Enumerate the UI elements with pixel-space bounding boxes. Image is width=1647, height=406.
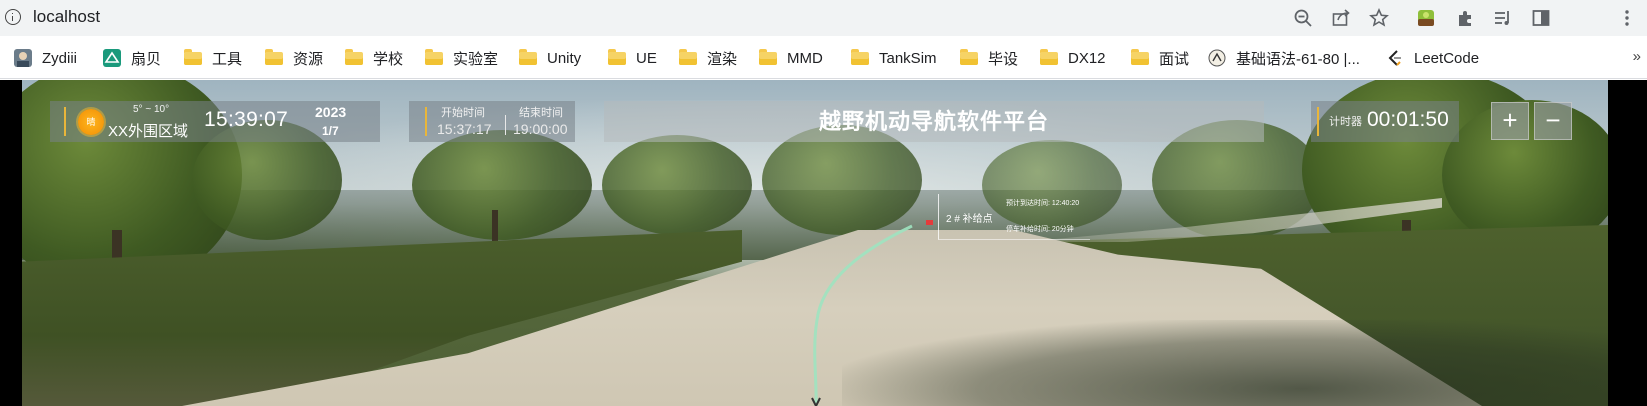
leetcode-icon — [1386, 49, 1404, 67]
bookmark-folder-tools[interactable]: 工具 — [184, 47, 242, 69]
platform-title-panel: 越野机动导航软件平台 — [604, 101, 1264, 142]
bookmark-folder-rendering[interactable]: 渲染 — [679, 47, 737, 69]
folder-icon — [679, 49, 697, 67]
start-time-label: 开始时间 — [441, 107, 485, 119]
folder-icon — [1040, 49, 1058, 67]
bookmark-folder-school[interactable]: 学校 — [345, 47, 403, 69]
timer-panel: 计时器 00:01:50 — [1311, 101, 1459, 142]
bookmark-shanbay[interactable]: 扇贝 — [103, 47, 161, 69]
folder-icon — [1131, 49, 1149, 67]
bookmark-folder-tanksim[interactable]: TankSim — [851, 47, 937, 69]
bookmark-label: 扇贝 — [131, 50, 162, 68]
waypoint-eta: 预计到达时间: 12:40:20 — [1006, 200, 1080, 207]
panel-divider — [1317, 107, 1319, 136]
bookmark-label: TankSim — [879, 49, 937, 67]
bookmark-folder-thesis[interactable]: 毕设 — [960, 47, 1018, 69]
bookmark-label: DX12 — [1068, 49, 1106, 67]
folder-icon — [608, 49, 626, 67]
waypoint-marker[interactable] — [926, 220, 933, 225]
bookmark-label: 实验室 — [453, 50, 499, 68]
region-name: XX外围区域 — [108, 123, 189, 140]
folder-icon — [345, 49, 363, 67]
game-viewport[interactable]: 2 # 补给点 预计到达时间: 12:40:20 停车补给时间: 20分钟 晴 … — [0, 80, 1647, 406]
zoom-in-button[interactable]: + — [1491, 102, 1529, 140]
bookmark-label: 资源 — [293, 50, 324, 68]
timer-value: 00:01:50 — [1367, 108, 1449, 131]
weather-clock-panel: 晴 5° ~ 10° XX外围区域 15:39:07 2023 1/7 — [50, 101, 380, 142]
bookmark-label: MMD — [787, 49, 823, 67]
bookmark-folder-mmd[interactable]: MMD — [759, 47, 823, 69]
avatar-icon — [14, 49, 32, 67]
bookmark-zydiii[interactable]: Zydiii — [14, 47, 77, 69]
folder-icon — [851, 49, 869, 67]
shanbay-icon — [103, 49, 121, 67]
share-icon[interactable] — [1331, 8, 1351, 28]
url-text[interactable]: localhost — [33, 7, 100, 27]
bookmarks-bar: Zydiii 扇贝 工具 资源 学校 实验室 Unity UE 渲染 MMD T… — [0, 36, 1647, 79]
route-line — [813, 224, 913, 406]
folder-icon — [425, 49, 443, 67]
bookmark-leetcode[interactable]: LeetCode — [1386, 47, 1479, 69]
bookmark-label: 渲染 — [707, 50, 738, 68]
schedule-panel: 开始时间 15:37:17 结束时间 19:00:00 — [409, 101, 575, 142]
bookmark-basic-syntax[interactable]: 基础语法-61-80 |... — [1208, 47, 1360, 69]
folder-icon — [759, 49, 777, 67]
weather-icon-text: 晴 — [86, 118, 96, 128]
bookmark-folder-interview[interactable]: 面试 — [1131, 47, 1189, 69]
bookmark-label: 基础语法-61-80 |... — [1236, 50, 1360, 68]
site-info-icon[interactable] — [5, 9, 21, 25]
bookmark-label: 学校 — [373, 50, 404, 68]
current-year: 2023 — [315, 104, 347, 120]
schedule-divider — [505, 115, 506, 135]
side-panel-icon[interactable] — [1531, 8, 1551, 28]
current-time: 15:39:07 — [204, 108, 289, 131]
panel-divider — [64, 107, 66, 136]
browser-address-bar[interactable]: localhost — [0, 0, 1647, 36]
end-time-label: 结束时间 — [519, 107, 563, 119]
folder-icon — [265, 49, 283, 67]
folder-icon — [184, 49, 202, 67]
bookmark-label: 毕设 — [988, 50, 1019, 68]
bookmark-label: Zydiii — [42, 49, 78, 67]
bookmarks-overflow-button[interactable]: » — [1633, 48, 1641, 65]
folder-icon — [519, 49, 537, 67]
bookmark-folder-unity[interactable]: Unity — [519, 47, 581, 69]
timer-label: 计时器 — [1329, 116, 1362, 128]
bookmark-label: LeetCode — [1414, 49, 1480, 67]
waypoint-label[interactable]: 2 # 补给点 预计到达时间: 12:40:20 停车补给时间: 20分钟 — [938, 194, 1090, 240]
bookmark-label: 面试 — [1159, 50, 1190, 68]
site-icon — [1208, 49, 1226, 67]
platform-title: 越野机动导航软件平台 — [818, 109, 1049, 134]
temperature-range: 5° ~ 10° — [133, 104, 170, 115]
zoom-out-icon[interactable] — [1293, 8, 1313, 28]
extensions-puzzle-icon[interactable] — [1455, 8, 1475, 28]
bookmark-label: UE — [636, 49, 657, 67]
waypoint-stop-time: 停车补给时间: 20分钟 — [1006, 226, 1074, 233]
end-time-value: 19:00:00 — [513, 121, 568, 137]
bookmark-folder-dx12[interactable]: DX12 — [1040, 47, 1106, 69]
bookmark-label: 工具 — [212, 50, 243, 68]
bookmark-folder-resources[interactable]: 资源 — [265, 47, 323, 69]
folder-icon — [960, 49, 978, 67]
panel-divider — [425, 107, 427, 136]
reading-list-icon[interactable] — [1493, 8, 1513, 28]
start-time-value: 15:37:17 — [437, 121, 492, 137]
extension-avatar-icon[interactable] — [1416, 8, 1436, 28]
more-menu-icon[interactable] — [1617, 8, 1637, 28]
waypoint-name: 2 # 补给点 — [946, 214, 993, 225]
zoom-out-button[interactable]: − — [1534, 102, 1572, 140]
current-date: 1/7 — [322, 124, 339, 138]
sunny-weather-icon: 晴 — [78, 109, 104, 135]
bookmark-star-icon[interactable] — [1369, 8, 1389, 28]
bookmark-label: Unity — [547, 49, 582, 67]
bookmark-folder-lab[interactable]: 实验室 — [425, 47, 498, 69]
bookmark-folder-ue[interactable]: UE — [608, 47, 657, 69]
